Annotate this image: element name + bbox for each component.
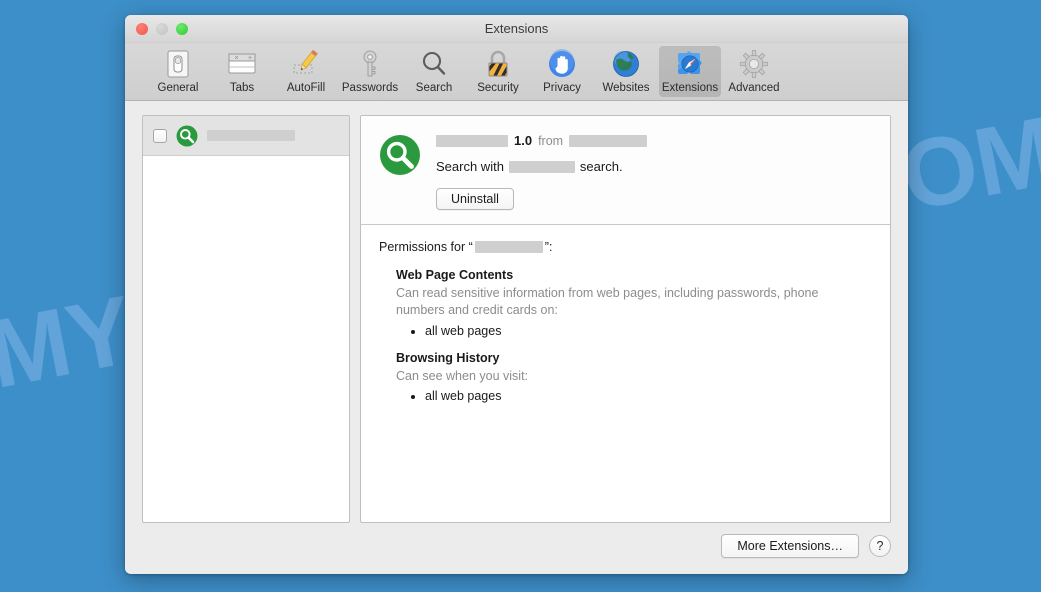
toolbar-item-tabs[interactable]: × + Tabs [211,46,273,97]
more-extensions-button[interactable]: More Extensions… [721,534,859,558]
permission-items: all web pages [396,324,872,338]
help-button[interactable]: ? [869,535,891,557]
toolbar-item-autofill[interactable]: AutoFill [275,46,337,97]
general-icon [162,48,194,80]
extension-title-line: 1.0 from [436,132,874,149]
toolbar-item-advanced[interactable]: Advanced [723,46,785,97]
search-icon [418,48,450,80]
extensions-pane: 1.0 from Search with search. Uninstall P… [125,101,908,523]
uninstall-row: Uninstall [436,188,874,210]
toolbar-item-search[interactable]: Search [403,46,465,97]
extension-name-redaction [436,134,508,147]
permissions-suffix: ”: [544,240,553,254]
tabs-icon: × + [226,48,258,80]
uninstall-button[interactable]: Uninstall [436,188,514,210]
toolbar-item-passwords[interactable]: Passwords [339,46,401,97]
toolbar-item-label: AutoFill [286,82,326,94]
extensions-icon [674,48,706,80]
permission-description: Can see when you visit: [396,368,529,383]
permissions-name-redaction [474,241,543,253]
permission-items: all web pages [396,389,872,403]
toolbar-item-websites[interactable]: Websites [595,46,657,97]
permission-item: all web pages [425,389,872,403]
list-item[interactable] [143,116,349,156]
description-redaction [508,160,575,173]
description-suffix: search. [579,159,623,174]
extension-enable-checkbox[interactable] [153,128,167,143]
green-magnifier-icon [379,134,421,176]
toolbar-item-label: Search [415,82,453,94]
toolbar-item-general[interactable]: General [147,46,209,97]
window-titlebar: Extensions [125,15,908,43]
toolbar-item-label: Passwords [341,82,399,94]
extension-publisher-redaction [569,134,648,147]
preferences-window: Extensions General × + Tabs AutoFill Pas… [125,15,908,574]
description-prefix: Search with [436,159,504,174]
from-label: from [538,133,564,148]
extension-header: 1.0 from Search with search. Uninstall [361,116,890,225]
extension-header-text: 1.0 from Search with search. Uninstall [436,132,874,210]
toolbar-item-extensions[interactable]: Extensions [659,46,721,97]
permission-group: Browsing History Can see when you visit:… [396,351,872,403]
toolbar-item-label: Tabs [229,82,255,94]
permissions-section: Permissions for “ ”: Web Page Contents C… [361,225,890,522]
extension-name-redaction [207,130,295,141]
toolbar-item-label: Extensions [661,82,719,94]
toolbar-item-label: Advanced [728,82,780,94]
permissions-prefix: Permissions for “ [379,240,473,254]
permission-item: all web pages [425,324,872,338]
permission-heading: Web Page Contents [396,268,514,282]
permission-heading: Browsing History [396,350,500,365]
websites-icon [610,48,642,80]
toolbar-item-label: Privacy [543,82,581,94]
svg-text:+: + [248,55,252,62]
toolbar-item-label: Security [477,82,519,94]
preferences-toolbar: General × + Tabs AutoFill Passwords Sear… [125,43,908,101]
window-title: Extensions [484,21,549,36]
window-footer: More Extensions… ? [125,523,908,574]
extensions-list[interactable] [142,115,350,523]
extension-version: 1.0 [514,133,533,148]
passwords-icon [354,48,386,80]
permissions-title: Permissions for “ ”: [379,239,872,255]
toolbar-item-security[interactable]: Security [467,46,529,97]
privacy-icon [546,48,578,80]
autofill-icon [290,48,322,80]
advanced-icon [738,48,770,80]
security-icon [482,48,514,80]
toolbar-item-label: General [157,82,199,94]
green-magnifier-icon [176,125,198,147]
extension-detail-panel: 1.0 from Search with search. Uninstall P… [360,115,891,523]
permission-group: Web Page Contents Can read sensitive inf… [396,268,872,338]
toolbar-item-label: Websites [602,82,650,94]
toolbar-item-privacy[interactable]: Privacy [531,46,593,97]
svg-text:×: × [235,55,239,62]
extension-description: Search with search. [436,159,874,174]
permission-description: Can read sensitive information from web … [396,286,819,318]
